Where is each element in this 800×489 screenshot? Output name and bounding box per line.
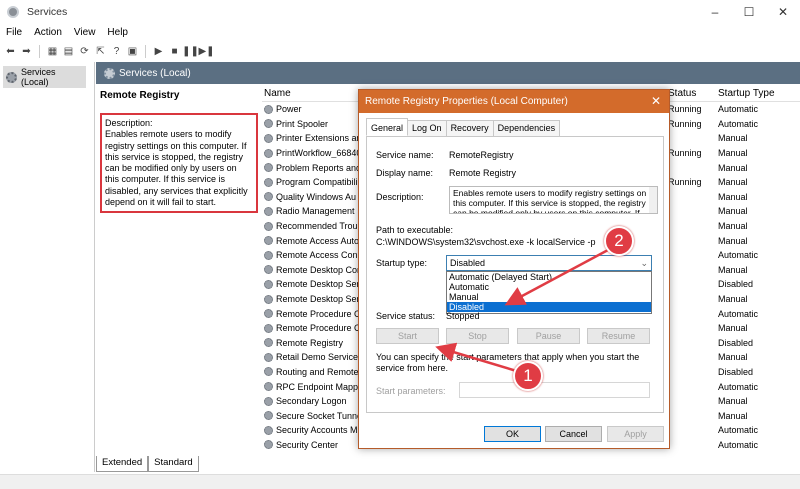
callout-badge-1: 1 xyxy=(513,361,543,391)
arrow-to-stop-button xyxy=(435,342,521,374)
arrow-to-disabled-option xyxy=(504,248,609,306)
callout-badge-2: 2 xyxy=(604,226,634,256)
services-window: Services – ☐ ✕ File Action View Help ⬅ ➡… xyxy=(0,0,800,489)
tab-general[interactable]: General xyxy=(366,118,409,136)
annotation-arrows xyxy=(435,248,609,374)
